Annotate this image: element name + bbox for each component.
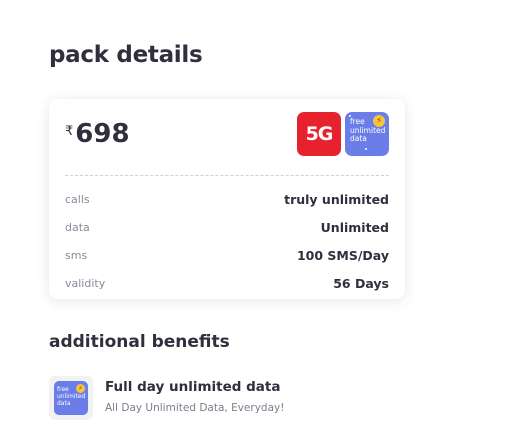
- sparkle-icon: [365, 148, 367, 150]
- free-unlimited-data-icon: ⚡ free unlimited data: [54, 381, 88, 415]
- detail-value: 100 SMS/Day: [296, 247, 389, 263]
- additional-benefits-title: additional benefits: [49, 332, 230, 352]
- benefit-description: All Day Unlimited Data, Everyday!: [105, 402, 285, 414]
- badge-text-line: data: [350, 134, 367, 143]
- icon-text-line: data: [57, 400, 71, 407]
- detail-label: sms: [65, 248, 88, 262]
- detail-label: validity: [65, 276, 106, 290]
- pack-badges: 5G ⚡ free unlimited data: [297, 112, 389, 156]
- pack-price: ₹ 698: [65, 119, 130, 149]
- detail-label: calls: [65, 192, 90, 206]
- currency-symbol: ₹: [65, 124, 74, 139]
- detail-label: data: [65, 220, 90, 234]
- sparkle-icon: [349, 115, 351, 117]
- benefit-item: ⚡ free unlimited data Full day unlimited…: [49, 376, 284, 420]
- bolt-icon: ⚡: [373, 115, 385, 127]
- detail-value: Unlimited: [320, 219, 389, 235]
- 5g-badge-icon: 5G: [297, 112, 341, 156]
- benefit-title: Full day unlimited data: [105, 379, 281, 395]
- page-title: pack details: [49, 42, 203, 68]
- detail-value: 56 Days: [333, 275, 389, 291]
- detail-row-data: data Unlimited: [65, 213, 389, 241]
- detail-row-calls: calls truly unlimited: [65, 185, 389, 213]
- detail-row-sms: sms 100 SMS/Day: [65, 241, 389, 269]
- benefit-text: Full day unlimited data All Day Unlimite…: [105, 376, 284, 414]
- detail-row-validity: validity 56 Days: [65, 269, 389, 297]
- icon-text-line: unlimited: [57, 393, 86, 400]
- dashed-divider: [65, 175, 389, 176]
- detail-value: truly unlimited: [284, 191, 389, 207]
- pack-detail-rows: calls truly unlimited data Unlimited sms…: [65, 185, 389, 297]
- free-unlimited-data-badge-icon: ⚡ free unlimited data: [345, 112, 389, 156]
- price-amount: 698: [75, 119, 130, 149]
- pack-card: ₹ 698 5G ⚡ free unlimited data calls tru…: [49, 99, 405, 299]
- benefit-icon-frame: ⚡ free unlimited data: [49, 376, 93, 420]
- bolt-icon: ⚡: [76, 384, 85, 393]
